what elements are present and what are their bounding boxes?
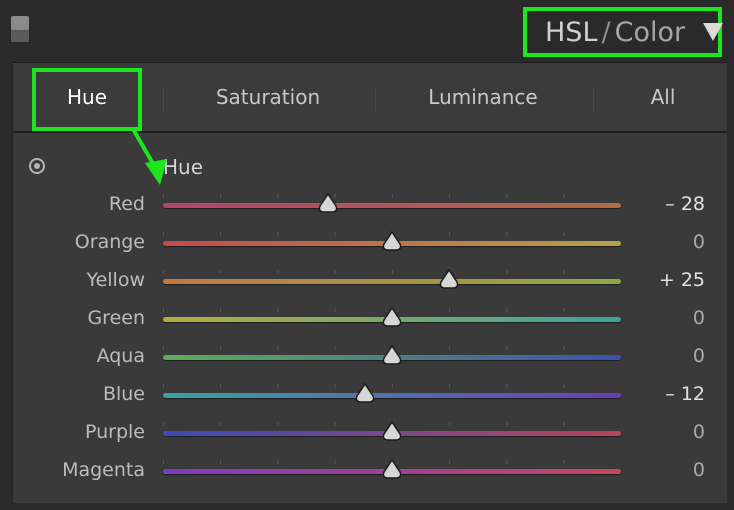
tab-all[interactable]: All — [613, 63, 713, 131]
slider-label: Green — [87, 307, 145, 329]
slider-row-orange: Orange 0 — [13, 225, 727, 263]
panel-content: Hue Saturation Luminance All Hue Red – 28… — [12, 62, 727, 503]
slider-label: Magenta — [62, 459, 145, 481]
slider-track[interactable] — [163, 203, 621, 208]
slider-row-yellow: Yellow + 25 — [13, 263, 727, 301]
panel-toggle-switch[interactable] — [11, 16, 29, 42]
collapse-triangle-icon[interactable] — [703, 23, 724, 41]
slider-row-magenta: Magenta 0 — [13, 453, 727, 491]
slider-value[interactable]: 0 — [693, 307, 705, 329]
slider-value[interactable]: 0 — [693, 421, 705, 443]
slider-row-green: Green 0 — [13, 301, 727, 339]
slider-label: Red — [108, 193, 145, 215]
slider-value[interactable]: – 28 — [665, 193, 705, 215]
slider-track[interactable] — [163, 393, 621, 398]
slider-ticks — [163, 384, 621, 388]
hsl-color-panel: HSL / Color Hue Saturation Luminance All… — [0, 0, 734, 510]
slider-value[interactable]: 0 — [693, 459, 705, 481]
slider-row-red: Red – 28 — [13, 187, 727, 225]
slider-row-purple: Purple 0 — [13, 415, 727, 453]
tab-divider — [163, 89, 164, 111]
tab-saturation[interactable]: Saturation — [173, 63, 363, 131]
slider-label: Purple — [84, 421, 145, 443]
slider-label: Orange — [74, 231, 145, 253]
slider-row-aqua: Aqua 0 — [13, 339, 727, 377]
slider-row-blue: Blue – 12 — [13, 377, 727, 415]
slider-value[interactable]: + 25 — [659, 269, 705, 291]
section-title: Hue — [163, 155, 204, 179]
targeted-adjustment-icon[interactable] — [29, 158, 45, 174]
header-hsl-label[interactable]: HSL — [545, 17, 597, 48]
header-separator: / — [601, 16, 611, 48]
slider-label: Blue — [102, 383, 145, 405]
tab-divider — [375, 89, 376, 111]
slider-ticks — [163, 270, 621, 274]
slider-value[interactable]: 0 — [693, 345, 705, 367]
tab-divider — [593, 89, 594, 111]
tab-luminance[interactable]: Luminance — [388, 63, 578, 131]
panel-header[interactable]: HSL / Color — [523, 7, 724, 57]
tab-bar: Hue Saturation Luminance All — [13, 63, 727, 133]
tab-hue[interactable]: Hue — [33, 63, 141, 131]
slider-ticks — [163, 194, 621, 198]
slider-label: Aqua — [96, 345, 145, 367]
slider-value[interactable]: 0 — [693, 231, 705, 253]
header-color-label[interactable]: Color — [615, 17, 686, 48]
slider-label: Yellow — [86, 269, 146, 291]
slider-track[interactable] — [163, 279, 621, 284]
slider-value[interactable]: – 12 — [665, 383, 705, 405]
